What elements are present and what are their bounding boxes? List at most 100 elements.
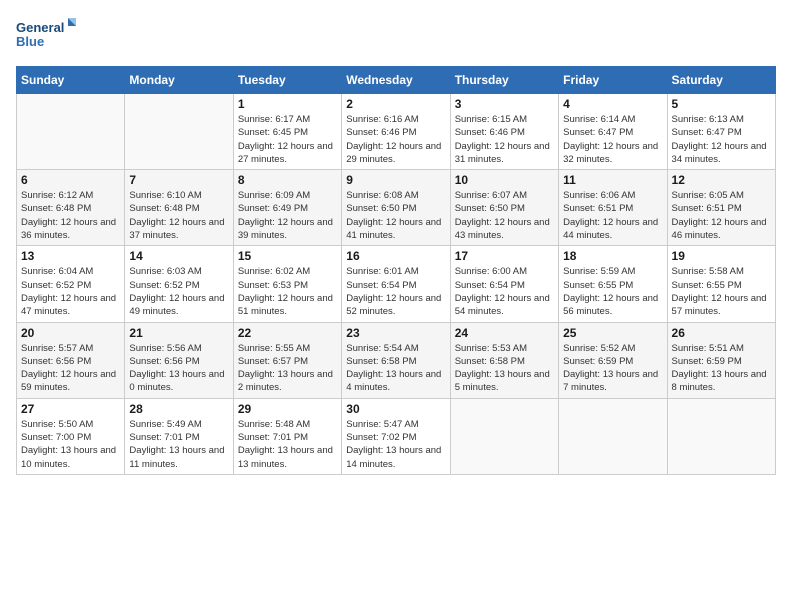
calendar-cell xyxy=(559,398,667,474)
calendar-cell: 3 Sunrise: 6:15 AM Sunset: 6:46 PM Daylig… xyxy=(450,94,558,170)
calendar-cell: 13 Sunrise: 6:04 AM Sunset: 6:52 PM Dayli… xyxy=(17,246,125,322)
day-number: 18 xyxy=(563,249,662,263)
calendar-cell: 28 Sunrise: 5:49 AM Sunset: 7:01 PM Dayli… xyxy=(125,398,233,474)
day-info: Sunrise: 5:57 AM Sunset: 6:56 PM Dayligh… xyxy=(21,342,120,395)
day-number: 14 xyxy=(129,249,228,263)
calendar-cell: 4 Sunrise: 6:14 AM Sunset: 6:47 PM Daylig… xyxy=(559,94,667,170)
day-number: 6 xyxy=(21,173,120,187)
calendar-cell: 30 Sunrise: 5:47 AM Sunset: 7:02 PM Dayli… xyxy=(342,398,450,474)
day-info: Sunrise: 6:08 AM Sunset: 6:50 PM Dayligh… xyxy=(346,189,445,242)
calendar-cell: 1 Sunrise: 6:17 AM Sunset: 6:45 PM Daylig… xyxy=(233,94,341,170)
calendar-cell: 21Sunrise: 5:56 AM Sunset: 6:56 PM Dayli… xyxy=(125,322,233,398)
calendar-cell: 23 Sunrise: 5:54 AM Sunset: 6:58 PM Dayli… xyxy=(342,322,450,398)
day-info: Sunrise: 6:16 AM Sunset: 6:46 PM Dayligh… xyxy=(346,113,445,166)
weekday-header-wednesday: Wednesday xyxy=(342,67,450,94)
calendar-cell: 24 Sunrise: 5:53 AM Sunset: 6:58 PM Dayli… xyxy=(450,322,558,398)
day-info: Sunrise: 5:55 AM Sunset: 6:57 PM Dayligh… xyxy=(238,342,337,395)
weekday-header-sunday: Sunday xyxy=(17,67,125,94)
day-info: Sunrise: 5:52 AM Sunset: 6:59 PM Dayligh… xyxy=(563,342,662,395)
day-number: 13 xyxy=(21,249,120,263)
calendar-cell: 10 Sunrise: 6:07 AM Sunset: 6:50 PM Dayli… xyxy=(450,170,558,246)
day-number: 17 xyxy=(455,249,554,263)
day-info: Sunrise: 6:07 AM Sunset: 6:50 PM Dayligh… xyxy=(455,189,554,242)
calendar-cell: 26Sunrise: 5:51 AM Sunset: 6:59 PM Dayli… xyxy=(667,322,775,398)
day-number: 12 xyxy=(672,173,771,187)
calendar-cell xyxy=(450,398,558,474)
day-number: 3 xyxy=(455,97,554,111)
day-info: Sunrise: 5:58 AM Sunset: 6:55 PM Dayligh… xyxy=(672,265,771,318)
day-info: Sunrise: 5:53 AM Sunset: 6:58 PM Dayligh… xyxy=(455,342,554,395)
weekday-header-tuesday: Tuesday xyxy=(233,67,341,94)
day-number: 10 xyxy=(455,173,554,187)
day-number: 2 xyxy=(346,97,445,111)
day-number: 30 xyxy=(346,402,445,416)
day-info: Sunrise: 6:10 AM Sunset: 6:48 PM Dayligh… xyxy=(129,189,228,242)
calendar-cell: 27 Sunrise: 5:50 AM Sunset: 7:00 PM Dayli… xyxy=(17,398,125,474)
day-info: Sunrise: 6:12 AM Sunset: 6:48 PM Dayligh… xyxy=(21,189,120,242)
calendar-cell: 20 Sunrise: 5:57 AM Sunset: 6:56 PM Dayli… xyxy=(17,322,125,398)
svg-text:General: General xyxy=(16,20,64,35)
day-info: Sunrise: 5:49 AM Sunset: 7:01 PM Dayligh… xyxy=(129,418,228,471)
calendar-cell: 8Sunrise: 6:09 AM Sunset: 6:49 PM Daylig… xyxy=(233,170,341,246)
day-info: Sunrise: 5:47 AM Sunset: 7:02 PM Dayligh… xyxy=(346,418,445,471)
day-info: Sunrise: 6:01 AM Sunset: 6:54 PM Dayligh… xyxy=(346,265,445,318)
day-info: Sunrise: 6:00 AM Sunset: 6:54 PM Dayligh… xyxy=(455,265,554,318)
day-number: 16 xyxy=(346,249,445,263)
weekday-header-friday: Friday xyxy=(559,67,667,94)
calendar-cell: 6 Sunrise: 6:12 AM Sunset: 6:48 PM Daylig… xyxy=(17,170,125,246)
day-number: 19 xyxy=(672,249,771,263)
day-info: Sunrise: 6:06 AM Sunset: 6:51 PM Dayligh… xyxy=(563,189,662,242)
calendar-cell: 15 Sunrise: 6:02 AM Sunset: 6:53 PM Dayli… xyxy=(233,246,341,322)
day-info: Sunrise: 5:48 AM Sunset: 7:01 PM Dayligh… xyxy=(238,418,337,471)
calendar-cell: 12 Sunrise: 6:05 AM Sunset: 6:51 PM Dayli… xyxy=(667,170,775,246)
day-info: Sunrise: 6:14 AM Sunset: 6:47 PM Dayligh… xyxy=(563,113,662,166)
day-info: Sunrise: 6:04 AM Sunset: 6:52 PM Dayligh… xyxy=(21,265,120,318)
day-info: Sunrise: 5:50 AM Sunset: 7:00 PM Dayligh… xyxy=(21,418,120,471)
day-number: 7 xyxy=(129,173,228,187)
calendar-cell: 9 Sunrise: 6:08 AM Sunset: 6:50 PM Daylig… xyxy=(342,170,450,246)
day-info: Sunrise: 5:59 AM Sunset: 6:55 PM Dayligh… xyxy=(563,265,662,318)
day-number: 24 xyxy=(455,326,554,340)
calendar-cell: 14 Sunrise: 6:03 AM Sunset: 6:52 PM Dayli… xyxy=(125,246,233,322)
day-number: 27 xyxy=(21,402,120,416)
weekday-header-saturday: Saturday xyxy=(667,67,775,94)
calendar-cell xyxy=(125,94,233,170)
day-number: 1 xyxy=(238,97,337,111)
day-info: Sunrise: 6:17 AM Sunset: 6:45 PM Dayligh… xyxy=(238,113,337,166)
day-info: Sunrise: 6:15 AM Sunset: 6:46 PM Dayligh… xyxy=(455,113,554,166)
day-number: 22 xyxy=(238,326,337,340)
logo: General Blue xyxy=(16,16,76,56)
day-number: 5 xyxy=(672,97,771,111)
day-info: Sunrise: 5:56 AM Sunset: 6:56 PM Dayligh… xyxy=(129,342,228,395)
day-number: 25 xyxy=(563,326,662,340)
day-number: 4 xyxy=(563,97,662,111)
day-number: 9 xyxy=(346,173,445,187)
day-info: Sunrise: 5:54 AM Sunset: 6:58 PM Dayligh… xyxy=(346,342,445,395)
calendar-cell: 18 Sunrise: 5:59 AM Sunset: 6:55 PM Dayli… xyxy=(559,246,667,322)
day-number: 26 xyxy=(672,326,771,340)
day-number: 20 xyxy=(21,326,120,340)
calendar-cell: 25 Sunrise: 5:52 AM Sunset: 6:59 PM Dayli… xyxy=(559,322,667,398)
day-number: 29 xyxy=(238,402,337,416)
calendar-cell xyxy=(17,94,125,170)
calendar-cell: 5 Sunrise: 6:13 AM Sunset: 6:47 PM Daylig… xyxy=(667,94,775,170)
day-number: 11 xyxy=(563,173,662,187)
calendar-cell xyxy=(667,398,775,474)
day-info: Sunrise: 6:05 AM Sunset: 6:51 PM Dayligh… xyxy=(672,189,771,242)
calendar-cell: 22 Sunrise: 5:55 AM Sunset: 6:57 PM Dayli… xyxy=(233,322,341,398)
day-number: 23 xyxy=(346,326,445,340)
day-number: 15 xyxy=(238,249,337,263)
day-info: Sunrise: 6:02 AM Sunset: 6:53 PM Dayligh… xyxy=(238,265,337,318)
day-number: 8 xyxy=(238,173,337,187)
calendar-cell: 16 Sunrise: 6:01 AM Sunset: 6:54 PM Dayli… xyxy=(342,246,450,322)
calendar-cell: 19 Sunrise: 5:58 AM Sunset: 6:55 PM Dayli… xyxy=(667,246,775,322)
day-info: Sunrise: 6:03 AM Sunset: 6:52 PM Dayligh… xyxy=(129,265,228,318)
logo-svg: General Blue xyxy=(16,16,76,56)
calendar: SundayMondayTuesdayWednesdayThursdayFrid… xyxy=(16,66,776,475)
calendar-cell: 2 Sunrise: 6:16 AM Sunset: 6:46 PM Daylig… xyxy=(342,94,450,170)
calendar-cell: 17 Sunrise: 6:00 AM Sunset: 6:54 PM Dayli… xyxy=(450,246,558,322)
day-info: Sunrise: 6:13 AM Sunset: 6:47 PM Dayligh… xyxy=(672,113,771,166)
day-number: 28 xyxy=(129,402,228,416)
calendar-cell: 7 Sunrise: 6:10 AM Sunset: 6:48 PM Daylig… xyxy=(125,170,233,246)
weekday-header-thursday: Thursday xyxy=(450,67,558,94)
